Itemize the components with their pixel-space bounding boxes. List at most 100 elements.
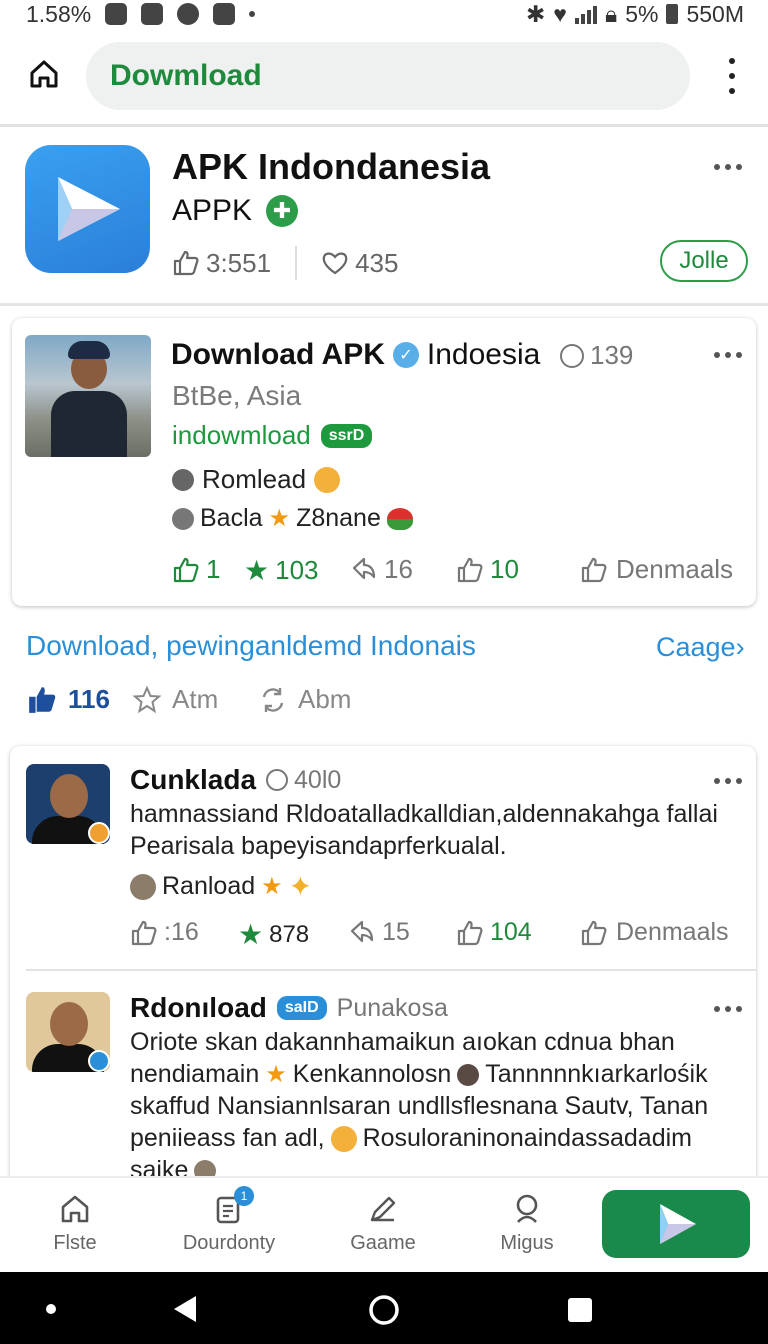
document-icon: 1 bbox=[212, 1186, 254, 1226]
nav-label: Migus bbox=[500, 1232, 554, 1254]
more-options-icon[interactable] bbox=[714, 164, 742, 170]
comment-meta-text: 40l0 bbox=[294, 765, 342, 794]
star-icon: ★ bbox=[238, 919, 264, 950]
share-button[interactable]: 15 bbox=[348, 918, 410, 947]
nav-label: Flste bbox=[53, 1232, 97, 1254]
notification-icon bbox=[141, 3, 164, 25]
recents-button[interactable] bbox=[566, 1296, 594, 1324]
battery-percent: 5% bbox=[625, 0, 659, 27]
share-icon bbox=[350, 920, 374, 942]
post-title-suffix: Indoesia bbox=[426, 338, 541, 371]
like-reaction[interactable]: 116 bbox=[26, 684, 110, 715]
more-options-icon[interactable] bbox=[714, 778, 742, 784]
comment-author[interactable]: Rdonıload saID Punakosa bbox=[130, 992, 448, 1024]
comment-divider bbox=[26, 969, 756, 971]
verified-check-icon: ✓ bbox=[392, 342, 419, 368]
download-label: Denmaals bbox=[616, 918, 729, 946]
browser-header: Dowmload bbox=[0, 36, 768, 124]
post-title[interactable]: Download APK ✓ Indoesia bbox=[171, 338, 540, 372]
more-options-icon[interactable] bbox=[714, 1006, 742, 1012]
post-line: Bacla ★ Z8nane bbox=[172, 504, 413, 533]
network-speed: 550M bbox=[686, 0, 744, 27]
dot-icon bbox=[46, 1304, 56, 1314]
chevron-right-icon: › bbox=[735, 632, 745, 662]
kebab-menu-icon[interactable] bbox=[720, 56, 744, 96]
comment-author[interactable]: Cunklada 40l0 bbox=[130, 764, 341, 796]
download-button[interactable]: Denmaals bbox=[580, 918, 729, 947]
star-button[interactable]: ★ 103 bbox=[244, 554, 319, 587]
comment-meta: 40l0 bbox=[266, 766, 341, 795]
emoji-icon bbox=[457, 1063, 480, 1086]
notification-icon bbox=[213, 3, 236, 25]
system-navigation-bar bbox=[0, 1272, 768, 1344]
nav-item-profile[interactable]: Migus bbox=[452, 1192, 602, 1255]
thumb-button[interactable]: 10 bbox=[456, 554, 519, 585]
pencil-icon bbox=[370, 1196, 396, 1222]
share-icon bbox=[352, 557, 376, 579]
thumb-count: 104 bbox=[490, 918, 532, 946]
lock-icon: 🔒︎ bbox=[604, 0, 618, 27]
nav-item-game[interactable]: Gaame bbox=[308, 1192, 458, 1255]
thumb-up-filled-icon bbox=[29, 686, 56, 713]
play-store-button[interactable] bbox=[602, 1190, 750, 1258]
hearts-stat[interactable]: 435 bbox=[321, 248, 398, 279]
post-line: Romlead bbox=[172, 464, 341, 495]
thumb-count: 10 bbox=[490, 554, 519, 584]
app-logo[interactable] bbox=[25, 145, 150, 273]
nav-item-downloads[interactable]: 1 Dourdonty bbox=[154, 1186, 304, 1255]
share-count: 15 bbox=[382, 918, 410, 946]
star-reaction[interactable]: Atm bbox=[132, 684, 218, 715]
reaction-row: 116 Atm Abm bbox=[26, 684, 426, 724]
change-link-text: Caage bbox=[656, 632, 736, 662]
stats-divider bbox=[295, 246, 298, 280]
join-button[interactable]: Jolle bbox=[660, 240, 748, 282]
star-button[interactable]: ★ 878 bbox=[238, 918, 309, 951]
status-time: 1.58% bbox=[26, 0, 92, 27]
notification-icon bbox=[177, 3, 200, 25]
search-icon bbox=[516, 1194, 538, 1223]
home-button[interactable] bbox=[26, 56, 62, 92]
nav-label: Dourdonty bbox=[182, 1232, 276, 1254]
reaction-count: 116 bbox=[68, 684, 110, 714]
emoji-icon bbox=[330, 1125, 357, 1152]
app-stats: 3:551 435 bbox=[172, 246, 398, 280]
nav-item-home[interactable]: Flste bbox=[0, 1192, 150, 1255]
home-outline-icon bbox=[30, 60, 58, 88]
star-count: 103 bbox=[275, 555, 319, 585]
thumb-button[interactable]: 104 bbox=[456, 918, 532, 947]
download-button[interactable]: Denmaals bbox=[580, 554, 733, 585]
back-button[interactable] bbox=[170, 1294, 200, 1324]
repost-icon bbox=[262, 687, 284, 712]
post-thumbnail[interactable] bbox=[25, 335, 151, 457]
like-button[interactable]: :16 bbox=[130, 918, 199, 947]
sparkle-icon: ✦ bbox=[288, 871, 313, 902]
user-icon bbox=[172, 507, 194, 530]
avatar-mini-icon bbox=[130, 873, 156, 900]
signal-icon bbox=[574, 4, 597, 24]
repost-reaction[interactable]: Abm bbox=[258, 684, 351, 715]
verified-badge-icon bbox=[88, 1050, 110, 1072]
star-icon: ★ bbox=[265, 1061, 287, 1088]
home-button[interactable] bbox=[368, 1294, 400, 1326]
thumb-up-icon bbox=[173, 557, 199, 582]
change-link[interactable]: Caage› bbox=[656, 632, 745, 663]
home-icon bbox=[61, 1195, 89, 1223]
post-link[interactable]: indowmload ssrD bbox=[172, 420, 373, 451]
comment-meta: Punakosa bbox=[336, 993, 448, 1022]
post-view-count: 139 bbox=[560, 340, 633, 371]
section-link[interactable]: Download, pewinganldemd Indonais bbox=[26, 630, 476, 662]
search-bar[interactable]: Dowmload bbox=[86, 42, 690, 110]
play-arrow-icon bbox=[57, 177, 120, 241]
more-options-icon[interactable] bbox=[714, 352, 742, 358]
likes-stat[interactable]: 3:551 bbox=[172, 248, 271, 279]
comment-text-part: peniieass fan adl, bbox=[130, 1124, 325, 1152]
like-button[interactable]: 1 bbox=[172, 554, 220, 585]
star-outline-icon bbox=[132, 685, 162, 713]
hearts-count: 435 bbox=[355, 247, 399, 278]
comment-text-line: Oriote skan dakannhamaikun aıokan cdnua … bbox=[130, 1028, 675, 1056]
app-subtitle: APPK ✚ bbox=[172, 194, 299, 228]
share-button[interactable]: 16 bbox=[350, 554, 413, 585]
battery-icon bbox=[666, 4, 679, 24]
post-card[interactable]: Download APK ✓ Indoesia 139 BtBe, Asia i… bbox=[12, 318, 756, 606]
heart-icon bbox=[322, 252, 348, 275]
